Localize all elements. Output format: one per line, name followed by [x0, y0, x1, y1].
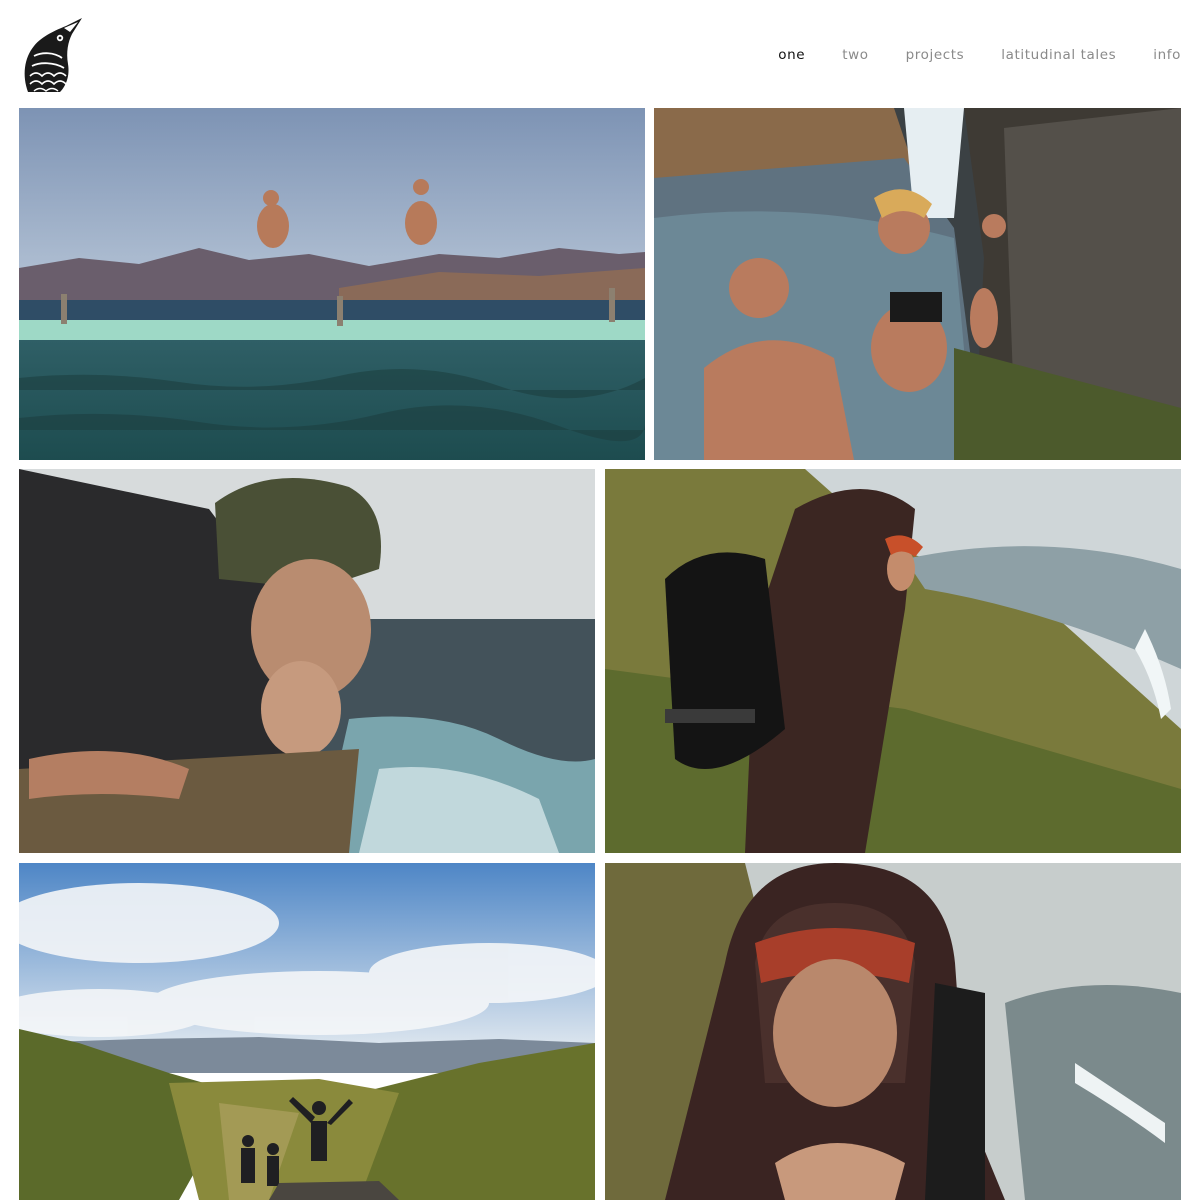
- bird-head-logo-icon[interactable]: [20, 16, 84, 96]
- gallery-photo-waterfall-swim[interactable]: [654, 108, 1181, 460]
- site-header: one two projects latitudinal tales info: [0, 0, 1200, 108]
- gallery-photo-hooded-woman[interactable]: [605, 863, 1181, 1200]
- gallery-photo-sea-cliff[interactable]: [19, 469, 595, 853]
- nav-item-latitudinal-tales[interactable]: latitudinal tales: [1001, 47, 1116, 63]
- main-nav: one two projects latitudinal tales info: [741, 47, 1181, 63]
- nav-item-one[interactable]: one: [778, 47, 805, 63]
- nav-item-two[interactable]: two: [842, 47, 868, 63]
- nav-item-info[interactable]: info: [1153, 47, 1181, 63]
- gallery-photo-valley-hikers[interactable]: [19, 863, 595, 1200]
- gallery-photo-hiker-rain[interactable]: [605, 469, 1181, 853]
- nav-item-projects[interactable]: projects: [906, 47, 965, 63]
- gallery-photo-diving-pool[interactable]: [19, 108, 645, 460]
